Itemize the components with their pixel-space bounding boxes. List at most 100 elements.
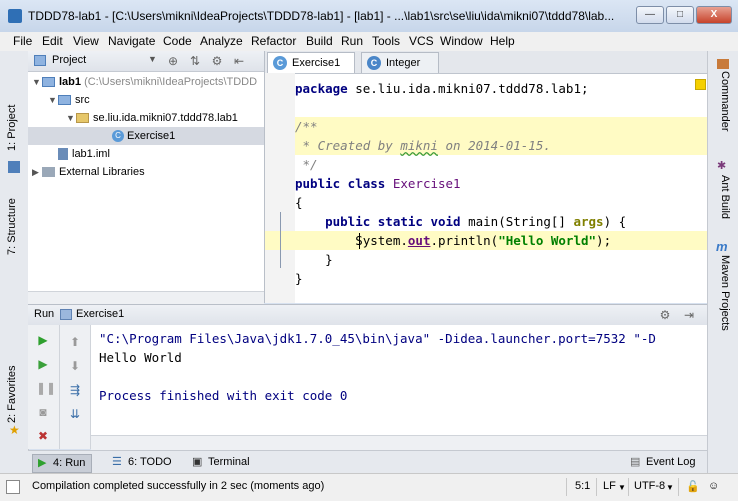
project-horizontal-scrollbar[interactable] bbox=[28, 291, 264, 304]
maximize-button[interactable]: □ bbox=[666, 6, 694, 24]
code-line-8[interactable]: System.out.println("Hello World"); bbox=[295, 231, 611, 250]
run-config-name[interactable]: Exercise1 bbox=[76, 308, 124, 320]
line-separator[interactable]: LF bbox=[603, 480, 616, 492]
tree-node-external-libs[interactable]: ▶ External Libraries bbox=[32, 163, 145, 181]
expand-caret-icon: ▼ bbox=[32, 77, 41, 87]
run-panel-header: Run Exercise1 ⚙ ⇥ bbox=[28, 304, 707, 326]
project-tool-tab[interactable]: 1: Project bbox=[6, 105, 18, 151]
chevron-down-icon[interactable]: ▼ bbox=[618, 483, 626, 492]
tree-node-src[interactable]: ▼ src bbox=[48, 91, 90, 109]
menu-analyze[interactable]: Analyze bbox=[200, 34, 243, 48]
sync-icon[interactable]: ⊕ bbox=[166, 54, 180, 68]
run-panel-title: Run bbox=[34, 308, 55, 320]
code-line-9[interactable]: } bbox=[295, 250, 333, 269]
toggle-tool-windows-icon[interactable] bbox=[6, 480, 20, 494]
tree-node-exercise1[interactable]: C Exercise1 bbox=[28, 127, 264, 145]
favorites-tool-tab[interactable]: 2: Favorites bbox=[6, 366, 18, 423]
gear-icon[interactable]: ⚙ bbox=[210, 54, 224, 68]
code-line-10[interactable]: } bbox=[295, 269, 303, 288]
chevron-down-icon[interactable]: ▼ bbox=[666, 483, 674, 492]
rerun-icon[interactable]: ▶ bbox=[36, 357, 50, 371]
cursor-position[interactable]: 5:1 bbox=[575, 480, 590, 492]
menu-run[interactable]: Run bbox=[341, 34, 363, 48]
menu-file[interactable]: File bbox=[13, 34, 32, 48]
status-separator bbox=[678, 478, 679, 496]
maven-icon: m bbox=[716, 239, 728, 254]
console-output[interactable]: "C:\Program Files\Java\jdk1.7.0_45\bin\j… bbox=[91, 325, 707, 450]
left-tool-strip: 1: Project 7: Structure 2: Favorites ★ bbox=[0, 51, 29, 473]
window-title: TDDD78-lab1 - [C:\Users\mikni\IdeaProjec… bbox=[28, 9, 615, 23]
code-line-1[interactable]: package se.liu.ida.mikni07.tddd78.lab1; bbox=[295, 79, 589, 98]
run-toolbar: ▶ ▶ ❚❚ ◙ ✖ bbox=[28, 325, 60, 449]
camera-icon[interactable]: ◙ bbox=[36, 405, 50, 419]
ant-build-tool-tab[interactable]: Ant Build bbox=[719, 175, 731, 219]
gear-icon[interactable]: ⚙ bbox=[658, 308, 672, 322]
menu-window[interactable]: Window bbox=[440, 34, 483, 48]
inspector-icon[interactable]: ☺ bbox=[708, 480, 719, 492]
tree-node-iml[interactable]: lab1.iml bbox=[58, 145, 110, 163]
title-bar: TDDD78-lab1 - [C:\Users\mikni\IdeaProjec… bbox=[0, 0, 738, 33]
status-separator bbox=[566, 478, 567, 496]
library-icon bbox=[42, 167, 55, 178]
pause-icon[interactable]: ❚❚ bbox=[36, 381, 56, 395]
menu-bar: File Edit View Navigate Code Analyze Ref… bbox=[0, 32, 738, 52]
arrow-up-icon[interactable]: ⬆ bbox=[68, 335, 82, 349]
todo-tool-tab[interactable]: ☰ 6: TODO bbox=[108, 454, 178, 471]
code-line-2[interactable]: /** bbox=[295, 117, 318, 136]
project-icon bbox=[8, 161, 20, 173]
menu-refactor[interactable]: Refactor bbox=[251, 34, 296, 48]
file-encoding[interactable]: UTF-8 bbox=[634, 480, 665, 492]
menu-code[interactable]: Code bbox=[163, 34, 192, 48]
commander-tool-tab[interactable]: Commander bbox=[719, 71, 731, 132]
status-separator bbox=[596, 478, 597, 496]
terminal-tool-tab[interactable]: ▣ Terminal bbox=[188, 454, 256, 471]
minimize-button[interactable]: — bbox=[636, 6, 664, 24]
class-icon: C bbox=[112, 130, 124, 143]
code-line-4[interactable]: */ bbox=[295, 155, 318, 174]
code-line-7[interactable]: public static void main(String[] args) { bbox=[295, 212, 626, 231]
expand-caret-icon: ▼ bbox=[66, 113, 75, 123]
tree-node-lab1[interactable]: ▼ lab1 (C:\Users\mikni\IdeaProjects\TDDD bbox=[32, 73, 257, 91]
maven-tool-tab[interactable]: Maven Projects bbox=[719, 255, 731, 331]
hide-panel-icon[interactable]: ⇤ bbox=[232, 54, 246, 68]
text-caret bbox=[359, 233, 360, 249]
event-log-tool-tab[interactable]: ▤ Event Log bbox=[626, 454, 702, 471]
menu-help[interactable]: Help bbox=[490, 34, 515, 48]
todo-icon: ☰ bbox=[112, 456, 122, 468]
hide-panel-icon[interactable]: ⇥ bbox=[682, 308, 696, 322]
run-toolbar-secondary: ⬆ ⬇ ⇶ ⇊ bbox=[60, 325, 91, 449]
chevron-down-icon[interactable]: ▼ bbox=[148, 54, 157, 64]
tab-exercise1[interactable]: C Exercise1 bbox=[267, 52, 355, 73]
ant-icon: ✱ bbox=[717, 160, 727, 172]
tree-node-package[interactable]: ▼ se.liu.ida.mikni07.tddd78.lab1 bbox=[66, 109, 238, 127]
project-view-icon bbox=[34, 55, 46, 66]
menu-edit[interactable]: Edit bbox=[42, 34, 63, 48]
project-view-dropdown[interactable]: Project bbox=[52, 54, 86, 66]
analysis-status-icon[interactable] bbox=[695, 79, 706, 90]
menu-navigate[interactable]: Navigate bbox=[108, 34, 155, 48]
code-line-5[interactable]: public class Exercise1 bbox=[295, 174, 461, 193]
menu-view[interactable]: View bbox=[73, 34, 99, 48]
arrow-down-icon[interactable]: ⬇ bbox=[68, 359, 82, 373]
code-line-3[interactable]: * Created by mikni on 2014-01-15. bbox=[295, 136, 551, 155]
package-icon bbox=[76, 113, 89, 124]
tab-integer[interactable]: C Integer bbox=[361, 52, 439, 73]
right-tool-strip: Commander ✱ Ant Build m Maven Projects bbox=[707, 51, 738, 473]
bottom-tool-strip: ▶ 4: Run ☰ 6: TODO ▣ Terminal ▤ Event Log bbox=[28, 450, 707, 474]
close-button[interactable]: X bbox=[696, 6, 732, 24]
console-horizontal-scrollbar[interactable] bbox=[91, 435, 707, 450]
menu-vcs[interactable]: VCS bbox=[409, 34, 434, 48]
run-icon[interactable]: ▶ bbox=[36, 333, 50, 347]
lock-icon[interactable]: 🔓 bbox=[686, 480, 700, 493]
project-panel-header: Project ▼ ⊕ ⇅ ⚙ ⇤ bbox=[28, 51, 264, 72]
soft-wrap-icon[interactable]: ⇶ bbox=[68, 383, 82, 397]
scroll-to-end-icon[interactable]: ⇊ bbox=[68, 407, 82, 421]
menu-tools[interactable]: Tools bbox=[372, 34, 400, 48]
structure-tool-tab[interactable]: 7: Structure bbox=[6, 198, 18, 255]
menu-build[interactable]: Build bbox=[306, 34, 333, 48]
run-tool-tab[interactable]: ▶ 4: Run bbox=[32, 454, 93, 473]
collapse-caret-icon: ▶ bbox=[32, 167, 39, 177]
close-icon[interactable]: ✖ bbox=[36, 429, 50, 443]
code-line-6[interactable]: { bbox=[295, 193, 303, 212]
collapse-icon[interactable]: ⇅ bbox=[188, 54, 202, 68]
